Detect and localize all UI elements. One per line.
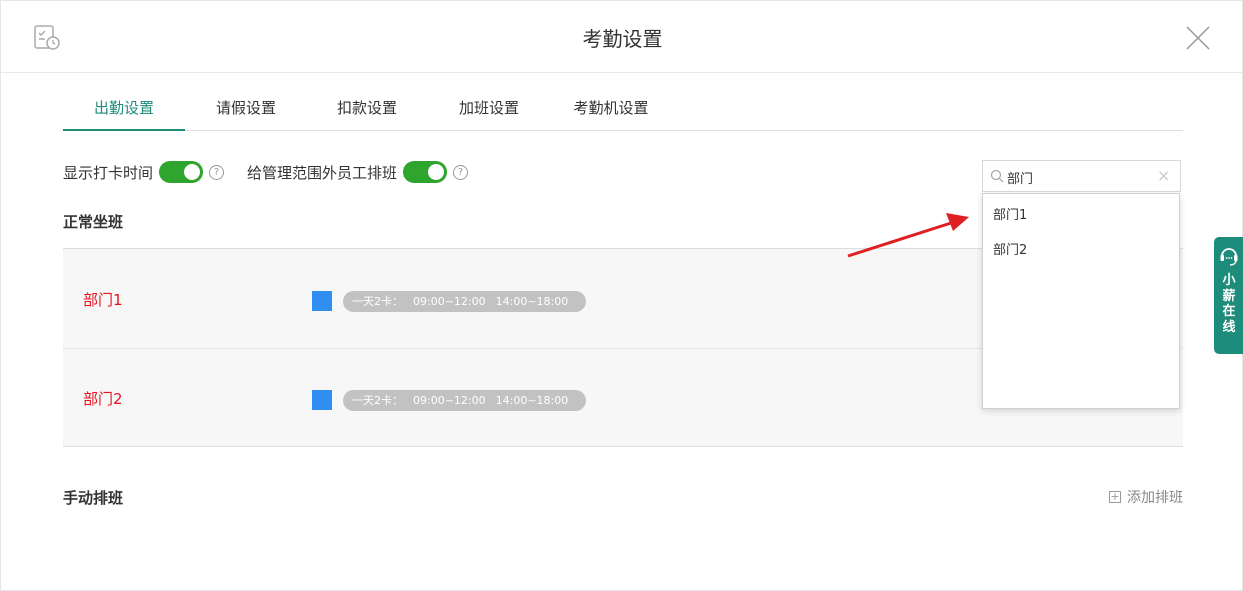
chat-char: 线 (1222, 319, 1236, 335)
shift-prefix: 一天2卡： (352, 295, 403, 308)
tab-clock-machine[interactable]: 考勤机设置 (567, 87, 655, 130)
headset-icon (1220, 248, 1238, 266)
shift-prefix: 一天2卡： (352, 394, 403, 407)
help-icon[interactable]: ? (453, 164, 469, 180)
add-shift-label: 添加排班 (1127, 490, 1183, 506)
show-clock-time-toggle[interactable] (159, 161, 204, 183)
dropdown-option[interactable]: 部门2 (993, 239, 1027, 258)
shift-morning: 09:00~12:00 (413, 295, 486, 308)
settings-tabs: 出勤设置 请假设置 扣款设置 加班设置 考勤机设置 (63, 87, 1183, 131)
clear-icon[interactable]: × (1157, 168, 1170, 184)
manual-shift-title: 手动排班 (63, 489, 124, 507)
dialog-header: 考勤设置 (1, 1, 1243, 73)
search-icon (990, 169, 1004, 183)
schedule-outside-toggle[interactable] (403, 161, 448, 183)
show-clock-time-label: 显示打卡时间 (63, 163, 154, 182)
close-icon[interactable] (1184, 24, 1212, 52)
shift-morning: 09:00~12:00 (413, 394, 486, 407)
plus-icon: + (1109, 490, 1121, 503)
online-chat-tab[interactable]: 小 薪 在 线 (1214, 237, 1243, 354)
department-name[interactable]: 部门1 (83, 289, 123, 310)
department-search: × (982, 160, 1181, 192)
shift-afternoon: 14:00~18:00 (495, 394, 569, 407)
schedule-outside-label: 给管理范围外员工排班 (247, 163, 398, 182)
shift-pill[interactable]: 一天2卡： 09:00~12:00 14:00~18:00 (343, 291, 587, 312)
attendance-settings-dialog: 考勤设置 出勤设置 请假设置 扣款设置 加班设置 考勤机设置 显示打卡时间 ? … (0, 0, 1243, 591)
tab-overtime[interactable]: 加班设置 (447, 87, 531, 130)
dialog-title: 考勤设置 (582, 27, 663, 51)
tab-leave[interactable]: 请假设置 (204, 87, 288, 130)
shift-color-swatch (312, 390, 332, 410)
show-clock-time-setting: 显示打卡时间 ? (63, 161, 225, 183)
toggle-knob (184, 164, 201, 180)
chat-tab-label: 小 薪 在 线 (1214, 273, 1243, 335)
search-input[interactable] (1007, 166, 1157, 188)
add-shift-button[interactable]: + 添加排班 (1109, 487, 1183, 507)
shift-pill[interactable]: 一天2卡： 09:00~12:00 14:00~18:00 (343, 390, 587, 411)
dropdown-option[interactable]: 部门1 (993, 204, 1027, 223)
tab-attendance[interactable]: 出勤设置 (63, 87, 185, 131)
schedule-outside-setting: 给管理范围外员工排班 ? (247, 161, 469, 183)
search-dropdown: 部门1 部门2 (982, 193, 1180, 409)
toggle-knob (428, 164, 445, 180)
chat-char: 小 (1222, 273, 1236, 288)
tab-deduction[interactable]: 扣款设置 (325, 87, 409, 130)
chat-char: 在 (1222, 304, 1236, 319)
normal-shift-title: 正常坐班 (63, 213, 124, 231)
shift-color-swatch (312, 291, 332, 311)
shift-afternoon: 14:00~18:00 (495, 295, 569, 308)
department-name[interactable]: 部门2 (83, 388, 123, 409)
chat-char: 薪 (1222, 288, 1236, 304)
help-icon[interactable]: ? (209, 164, 225, 180)
